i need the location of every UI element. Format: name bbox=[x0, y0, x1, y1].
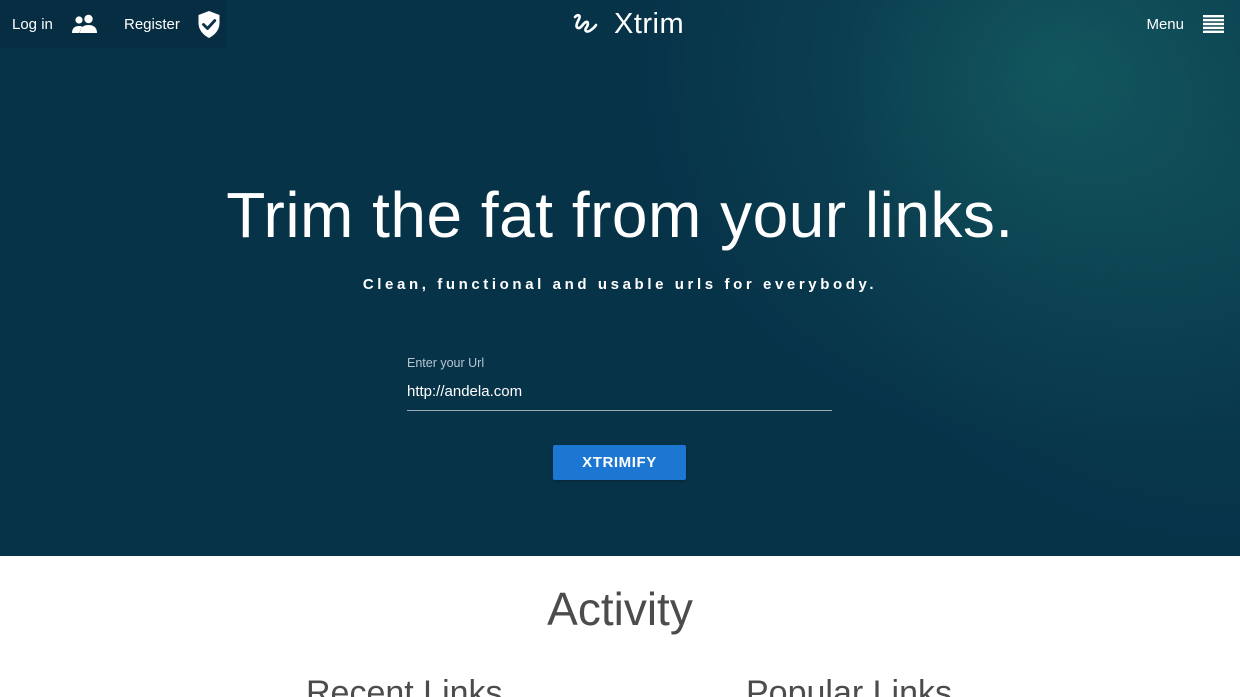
xtrimify-button[interactable]: XTRIMIFY bbox=[553, 445, 686, 480]
activity-title: Activity bbox=[547, 583, 693, 635]
url-field-label: Enter your Url bbox=[407, 356, 485, 370]
hero-section: Log in Register Xtrim Menu Trim the fat … bbox=[0, 0, 1240, 556]
url-input[interactable] bbox=[407, 379, 832, 411]
hero-tagline: Clean, functional and usable urls for ev… bbox=[362, 276, 878, 293]
recent-links-heading: Recent Links bbox=[306, 674, 503, 697]
login-label: Log in bbox=[12, 15, 53, 33]
popular-links-heading: Popular Links bbox=[746, 674, 953, 697]
shield-check-icon bbox=[197, 10, 221, 39]
brand-logo[interactable]: Xtrim bbox=[572, 0, 684, 48]
hero-headline: Trim the fat from your links. bbox=[226, 179, 1014, 251]
login-link[interactable]: Log in bbox=[12, 0, 99, 48]
register-link[interactable]: Register bbox=[124, 0, 221, 48]
menu-label: Menu bbox=[1146, 15, 1184, 33]
menu-button[interactable]: Menu bbox=[1146, 0, 1224, 48]
url-form: Enter your Url bbox=[407, 356, 832, 411]
brand-name: Xtrim bbox=[614, 7, 685, 40]
top-nav: Log in Register Xtrim Menu bbox=[0, 0, 1240, 48]
logo-icon bbox=[572, 12, 598, 36]
register-label: Register bbox=[124, 15, 180, 33]
hamburger-icon bbox=[1203, 15, 1224, 33]
users-icon bbox=[71, 14, 99, 34]
